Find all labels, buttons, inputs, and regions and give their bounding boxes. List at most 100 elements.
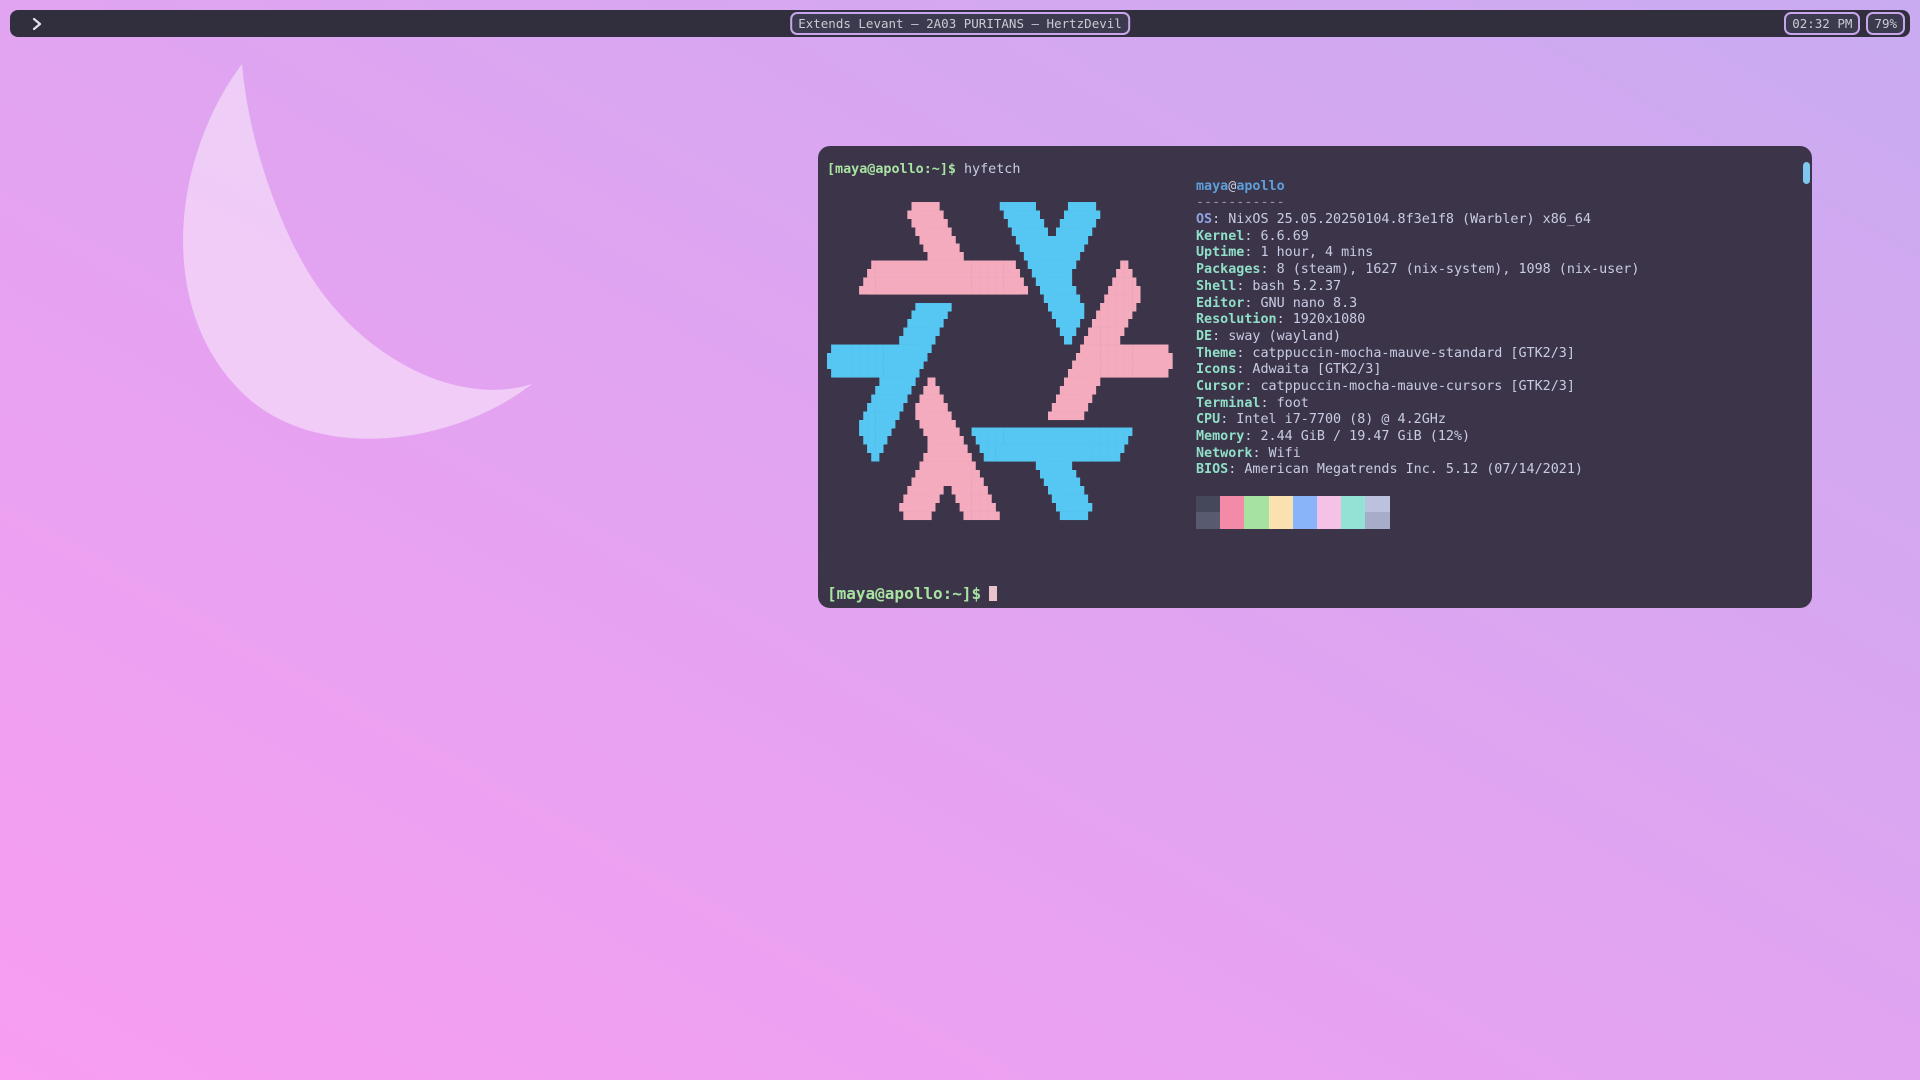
nixos-logo-ascii: ▗▄▄▄ ▗▄▄▄▄ ▄▄▄▖ ▜███▙ ▜███▙ ▟███▛ ▜███▙ … (827, 195, 1172, 529)
hyfetch-output: ▗▄▄▄ ▗▄▄▄▄ ▄▄▄▖ ▜███▙ ▜███▙ ▟███▛ ▜███▙ … (827, 179, 1803, 530)
fetch-info: maya@apollo-----------OS: NixOS 25.05.20… (1196, 179, 1639, 529)
fetch-entry: Terminal: foot (1196, 396, 1639, 413)
fetch-entry: BIOS: American Megatrends Inc. 5.12 (07/… (1196, 462, 1639, 479)
logo-line: ▜███▙ ▜███▙▟███▛ (827, 229, 1172, 246)
fetch-entry-value: : American Megatrends Inc. 5.12 (07/14/2… (1228, 462, 1583, 477)
fetch-entry-label: Resolution (1196, 312, 1277, 327)
logo-line: ▜███▙ ▜███▙ ▟███▛ (827, 212, 1172, 229)
logo-line: ▜▛ ▟████▙ ▜████████████████▛ (827, 446, 1172, 463)
color-swatch (1269, 512, 1293, 529)
fetch-entry-label: Shell (1196, 279, 1236, 294)
logo-line: ▟█████████████████▙ ▜████▛ ▟▙ (827, 262, 1172, 279)
fetch-entry-value: : 8 (steam), 1627 (nix-system), 1098 (ni… (1261, 262, 1640, 277)
fetch-entry-value: : catppuccin-mocha-mauve-standard [GTK2/… (1236, 346, 1575, 361)
shell-prompt: [maya@apollo:~]$ (827, 584, 981, 603)
logo-line: ▄▄▄▄▖ ▜███▙ ▟███▛ (827, 296, 1172, 313)
logo-line: ▟███▛ ▟██▙ ▟███▛ (827, 396, 1172, 413)
fetch-title: maya@apollo (1196, 179, 1639, 196)
logo-line: ▟███▛ ▜███▙ ▜███▙ (827, 496, 1172, 513)
logo-line: ▟███▛ ▟▙ ▟███▛ (827, 379, 1172, 396)
fetch-entry-label: Theme (1196, 346, 1236, 361)
color-swatch (1293, 496, 1317, 513)
logo-line: ▟███▛ ▜███▙ ▝▀▀▀▀ (827, 413, 1172, 430)
fetch-entry: Cursor: catppuccin-mocha-mauve-cursors [… (1196, 379, 1639, 396)
fetch-entry: Icons: Adwaita [GTK2/3] (1196, 362, 1639, 379)
color-swatch (1341, 496, 1365, 513)
fetch-entry-value: : sway (wayland) (1212, 329, 1341, 344)
fetch-entry-label: Memory (1196, 429, 1244, 444)
fetch-entry-value: : GNU nano 8.3 (1244, 296, 1357, 311)
color-swatch (1317, 496, 1341, 513)
color-swatch (1220, 512, 1244, 529)
desktop: { "colors": { "wallpaper_from": "#f89df1… (0, 0, 1920, 1080)
color-swatch (1365, 512, 1389, 529)
fetch-entry: CPU: Intel i7-7700 (8) @ 4.2GHz (1196, 412, 1639, 429)
terminal-window[interactable]: [maya@apollo:~]$hyfetch ▗▄▄▄ ▗▄▄▄▄ ▄▄▄▖ … (818, 146, 1812, 608)
battery-widget[interactable]: 79% (1866, 12, 1905, 35)
fetch-entry-label: Packages (1196, 262, 1261, 277)
command-text: hyfetch (956, 162, 1020, 177)
color-swatch (1317, 512, 1341, 529)
color-swatch (1196, 512, 1220, 529)
logo-line: ▟███▛ ▜██▛ ▟███▛ (827, 312, 1172, 329)
fetch-entry: Memory: 2.44 GiB / 19.47 GiB (12%) (1196, 429, 1639, 446)
fetch-entry-value: : foot (1261, 396, 1309, 411)
logo-line: ▝▀▀▀ ▀▀▀▀▘ ▀▀▀▘ (827, 513, 1172, 530)
fetch-entry-label: Terminal (1196, 396, 1261, 411)
fetch-entry-value: : Wifi (1252, 446, 1300, 461)
fetch-entry-label: DE (1196, 329, 1212, 344)
bar-expand-button[interactable] (32, 10, 42, 37)
fetch-entry-label: BIOS (1196, 462, 1228, 477)
fetch-entry-label: Cursor (1196, 379, 1244, 394)
scrollbar-thumb[interactable] (1803, 162, 1810, 184)
fetch-entry-label: Uptime (1196, 245, 1244, 260)
fetch-underline: ----------- (1196, 195, 1639, 212)
logo-line: ▟███████████████████▙ ▜███▙ ▟██▙ (827, 279, 1172, 296)
fetch-entry-value: : Adwaita [GTK2/3] (1236, 362, 1381, 377)
color-swatch (1244, 496, 1268, 513)
fetch-entry-label: OS (1196, 212, 1212, 227)
fetch-entry: OS: NixOS 25.05.20250104.8f3e1f8 (Warble… (1196, 212, 1639, 229)
fetch-entry-value: : 2.44 GiB / 19.47 GiB (12%) (1244, 429, 1470, 444)
prompt-line-bottom: [maya@apollo:~]$ (827, 586, 997, 603)
chevron-right-icon (32, 18, 42, 30)
moon-shape (183, 64, 532, 439)
fetch-entry-label: CPU (1196, 412, 1220, 427)
prompt-line: [maya@apollo:~]$hyfetch (827, 162, 1803, 179)
color-swatch (1244, 512, 1268, 529)
fetch-entry-value: : 1920x1080 (1277, 312, 1366, 327)
fetch-entry-value: : catppuccin-mocha-mauve-cursors [GTK2/3… (1244, 379, 1575, 394)
fetch-entry: Network: Wifi (1196, 446, 1639, 463)
status-bar: Extends Levant – 2A03 PURITANS – HertzDe… (10, 10, 1910, 37)
palette-row (1196, 496, 1639, 513)
color-palette (1196, 496, 1639, 529)
logo-line: ▜██████████▛ ▟███████████▛ (827, 362, 1172, 379)
bar-right-modules: 02:32 PM 79% (1784, 12, 1905, 35)
color-swatch (1365, 496, 1389, 513)
color-swatch (1269, 496, 1293, 513)
now-playing-widget[interactable]: Extends Levant – 2A03 PURITANS – HertzDe… (790, 12, 1130, 35)
fetch-entry-label: Icons (1196, 362, 1236, 377)
color-swatch (1196, 496, 1220, 513)
fetch-entry-value: : 1 hour, 4 mins (1244, 245, 1373, 260)
fetch-entry-label: Network (1196, 446, 1252, 461)
fetch-entry: Uptime: 1 hour, 4 mins (1196, 245, 1639, 262)
fetch-entry: Editor: GNU nano 8.3 (1196, 296, 1639, 313)
fetch-entry-value: : bash 5.2.37 (1236, 279, 1341, 294)
logo-line: ▜██▛ ▜███▙ ▜██████████████████▛ (827, 429, 1172, 446)
fetch-entry: Theme: catppuccin-mocha-mauve-standard [… (1196, 346, 1639, 363)
fetch-entry-label: Editor (1196, 296, 1244, 311)
logo-line: ▜███▙ ▜██████▛ (827, 245, 1172, 262)
logo-line: ▟███▛▜███▙ ▜███▙ (827, 479, 1172, 496)
color-swatch (1293, 512, 1317, 529)
fetch-entry: Shell: bash 5.2.37 (1196, 279, 1639, 296)
fetch-entry-label: Kernel (1196, 229, 1244, 244)
fetch-entry-value: : NixOS 25.05.20250104.8f3e1f8 (Warbler)… (1212, 212, 1591, 227)
clock-widget[interactable]: 02:32 PM (1784, 12, 1860, 35)
palette-row (1196, 512, 1639, 529)
fetch-entry: DE: sway (wayland) (1196, 329, 1639, 346)
color-swatch (1341, 512, 1365, 529)
logo-line: ▟███▛ ▜▛ ▟███▛ (827, 329, 1172, 346)
shell-prompt: [maya@apollo:~]$ (827, 162, 956, 177)
color-swatch (1220, 496, 1244, 513)
